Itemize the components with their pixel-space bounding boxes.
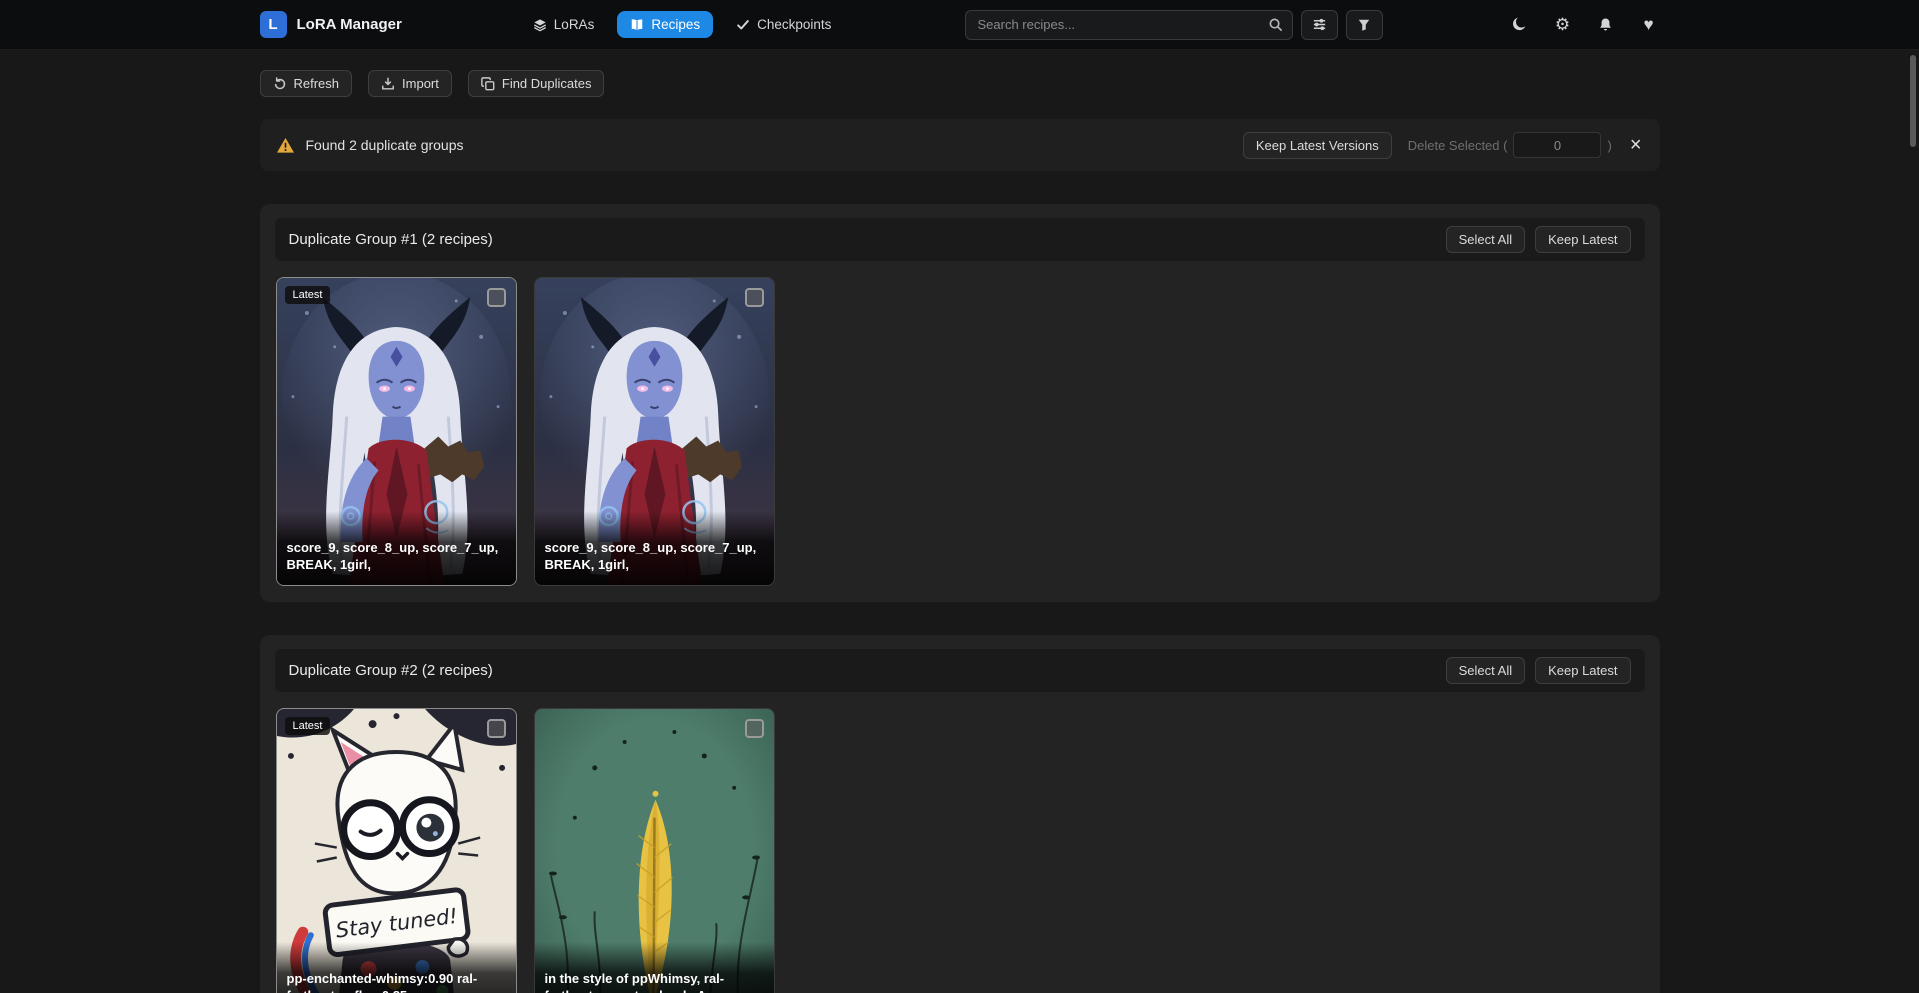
search-icon[interactable]	[1268, 17, 1283, 32]
select-all-button[interactable]: Select All	[1446, 657, 1525, 684]
find-duplicates-button[interactable]: Find Duplicates	[468, 70, 605, 97]
card-caption: score_9, score_8_up, score_7_up, BREAK, …	[277, 511, 516, 585]
close-banner-icon[interactable]: ×	[1628, 135, 1644, 155]
app-logo: L	[260, 11, 287, 38]
card-checkbox[interactable]	[487, 288, 506, 307]
recipe-card[interactable]: Stay tuned! Latest pp-enchanted-whimsy:0…	[276, 708, 517, 993]
group-1-cards: Latest score_9, score_8_up, score_7_up, …	[275, 277, 1645, 586]
book-icon	[630, 18, 644, 32]
refresh-icon	[273, 77, 287, 91]
duplicate-group-2: Duplicate Group #2 (2 recipes) Select Al…	[260, 635, 1660, 993]
banner-actions: Keep Latest Versions Delete Selected ( )…	[1243, 132, 1644, 159]
scrollbar-thumb[interactable]	[1910, 55, 1916, 147]
delete-selected-label-suffix: )	[1607, 138, 1611, 153]
app-logo-letter: L	[268, 16, 277, 33]
refresh-button[interactable]: Refresh	[260, 70, 353, 97]
import-icon	[381, 77, 395, 91]
notifications-bell-icon[interactable]	[1595, 14, 1617, 36]
card-caption: in the style of ppWhimsy, ral-frctlgmtry…	[535, 942, 774, 993]
keep-latest-button[interactable]: Keep Latest	[1535, 657, 1630, 684]
search-input[interactable]	[965, 10, 1293, 40]
group-2-title: Duplicate Group #2 (2 recipes)	[289, 662, 493, 679]
keep-latest-button[interactable]: Keep Latest	[1535, 226, 1630, 253]
group-1-header: Duplicate Group #1 (2 recipes) Select Al…	[275, 218, 1645, 261]
card-checkbox[interactable]	[745, 719, 764, 738]
card-checkbox[interactable]	[745, 288, 764, 307]
card-caption: score_9, score_8_up, score_7_up, BREAK, …	[535, 511, 774, 585]
delete-count-input[interactable]	[1513, 132, 1601, 158]
app-title: LoRA Manager	[297, 16, 402, 33]
find-duplicates-button-label: Find Duplicates	[502, 76, 592, 91]
search-box	[965, 10, 1293, 40]
group-2-actions: Select All Keep Latest	[1446, 657, 1631, 684]
duplicates-banner: Found 2 duplicate groups Keep Latest Ver…	[260, 119, 1660, 171]
filter-funnel-button[interactable]	[1346, 10, 1383, 40]
delete-selected-label: Delete Selected (	[1408, 138, 1508, 153]
group-1-actions: Select All Keep Latest	[1446, 226, 1631, 253]
main-content: Refresh Import Find Duplicates Found 2 d…	[260, 50, 1660, 993]
settings-gear-icon[interactable]: ⚙	[1552, 14, 1574, 36]
search-area	[965, 10, 1383, 40]
theme-toggle-moon-icon[interactable]	[1509, 14, 1531, 36]
warning-icon	[276, 137, 295, 154]
nav-tab-checkpoints-label: Checkpoints	[757, 17, 831, 32]
recipe-card[interactable]: Latest score_9, score_8_up, score_7_up, …	[276, 277, 517, 586]
duplicate-group-1: Duplicate Group #1 (2 recipes) Select Al…	[260, 204, 1660, 602]
banner-message: Found 2 duplicate groups	[306, 137, 464, 153]
delete-selected-group: Delete Selected ( )	[1408, 132, 1612, 158]
import-button[interactable]: Import	[368, 70, 452, 97]
favorites-heart-icon[interactable]: ♥	[1638, 14, 1660, 36]
group-2-cards: Stay tuned! Latest pp-enchanted-whimsy:0…	[275, 708, 1645, 993]
navbar-actions: ⚙ ♥	[1509, 14, 1660, 36]
card-checkbox[interactable]	[487, 719, 506, 738]
group-2-header: Duplicate Group #2 (2 recipes) Select Al…	[275, 649, 1645, 692]
nav-tab-loras-label: LoRAs	[554, 17, 595, 32]
toolbar: Refresh Import Find Duplicates	[260, 70, 1660, 97]
select-all-button[interactable]: Select All	[1446, 226, 1525, 253]
latest-badge: Latest	[285, 286, 331, 304]
recipe-card[interactable]: in the style of ppWhimsy, ral-frctlgmtry…	[534, 708, 775, 993]
copy-icon	[481, 77, 495, 91]
recipe-card[interactable]: score_9, score_8_up, score_7_up, BREAK, …	[534, 277, 775, 586]
sliders-button[interactable]	[1301, 10, 1338, 40]
refresh-button-label: Refresh	[294, 76, 340, 91]
main-nav: LoRAs Recipes Checkpoints	[520, 11, 845, 38]
nav-tab-checkpoints[interactable]: Checkpoints	[723, 11, 844, 38]
import-button-label: Import	[402, 76, 439, 91]
nav-tab-loras[interactable]: LoRAs	[520, 11, 608, 38]
card-caption: pp-enchanted-whimsy:0.90 ral-frctlgmtry_…	[277, 942, 516, 993]
navbar: L LoRA Manager LoRAs Recipes Checkpoint	[0, 0, 1919, 50]
nav-tab-recipes[interactable]: Recipes	[617, 11, 713, 38]
layers-icon	[533, 18, 547, 32]
group-1-title: Duplicate Group #1 (2 recipes)	[289, 231, 493, 248]
keep-latest-versions-button[interactable]: Keep Latest Versions	[1243, 132, 1392, 159]
latest-badge: Latest	[285, 717, 331, 735]
nav-tab-recipes-label: Recipes	[651, 17, 700, 32]
checkmark-icon	[736, 18, 750, 32]
